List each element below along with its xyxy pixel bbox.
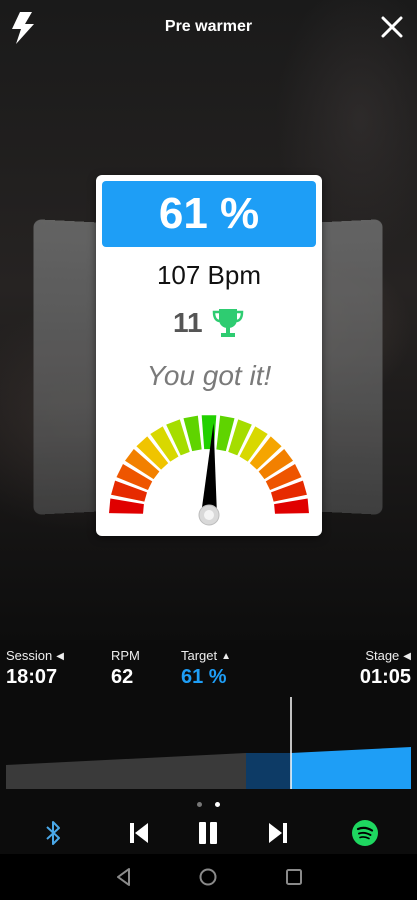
page-dot-2[interactable]: [214, 802, 220, 807]
timeline-completed-segment: [6, 753, 246, 789]
status-message: You got it!: [146, 360, 272, 391]
page-dot-1[interactable]: [197, 802, 203, 807]
media-controls: [0, 812, 417, 854]
percent-display: 61 %: [102, 181, 316, 247]
back-icon[interactable]: [113, 866, 135, 888]
bpm-display: 107 Bpm: [156, 260, 262, 290]
gauge-segment: [274, 498, 309, 514]
stat-session-value: 18:07: [6, 666, 58, 688]
intensity-card: 61 % 107 Bpm 11 You got it!: [96, 175, 322, 536]
page-indicator: [0, 794, 417, 807]
recents-icon[interactable]: [283, 866, 305, 888]
stat-session[interactable]: Session ◀ 18:07: [6, 648, 64, 689]
gauge-hub-center: [204, 510, 214, 520]
stat-target-label: Target ▲: [181, 648, 232, 663]
skip-previous-icon[interactable]: [124, 818, 154, 848]
stat-stage[interactable]: Stage ◀ 01:05: [360, 648, 411, 689]
workout-timeline[interactable]: [0, 697, 417, 793]
intensity-gauge: [109, 415, 309, 526]
top-bar: Pre warmer: [0, 0, 417, 58]
timeline-current-segment-remaining: [291, 747, 411, 789]
spotify-icon[interactable]: [350, 818, 380, 848]
stat-rpm: RPM 62: [111, 648, 140, 689]
system-navigation-bar: [0, 854, 417, 900]
timeline-current-segment-past: [246, 753, 291, 789]
stat-rpm-label: RPM: [111, 648, 140, 663]
stat-target[interactable]: Target ▲ 61 %: [181, 648, 231, 689]
stat-rpm-value: 62: [111, 666, 134, 688]
pause-icon[interactable]: [193, 818, 223, 848]
skip-next-icon[interactable]: [263, 818, 293, 848]
trophy-row: 11: [96, 307, 322, 339]
stats-bar: Session ◀ 18:07 RPM 62 Target ▲ 61 % Stage…: [0, 648, 417, 696]
stat-session-label: Session ◀: [6, 648, 64, 663]
stat-stage-value: 01:05: [359, 666, 411, 688]
home-icon[interactable]: [197, 866, 219, 888]
stat-target-value: 61 %: [181, 666, 227, 688]
bluetooth-icon[interactable]: [38, 818, 68, 848]
close-icon[interactable]: [379, 14, 405, 40]
gauge-segment: [109, 498, 144, 514]
stat-stage-label: Stage ◀: [365, 648, 411, 663]
trophy-icon: [212, 309, 244, 337]
trophy-count: 11: [172, 307, 203, 338]
page-title: Pre warmer: [164, 18, 253, 35]
